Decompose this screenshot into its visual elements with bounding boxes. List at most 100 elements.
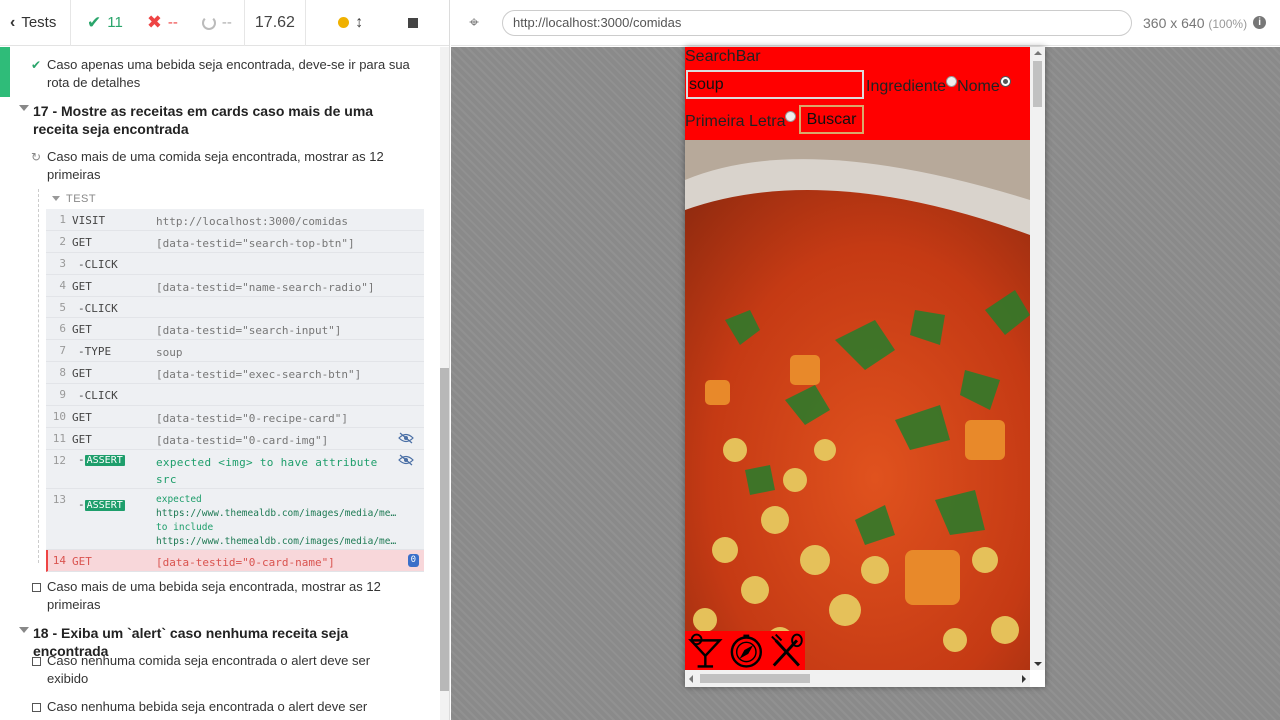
command-row-assert[interactable]: 12 - ASSERT expected <img> to have attrib… bbox=[46, 450, 424, 489]
info-icon[interactable]: i bbox=[1253, 16, 1267, 29]
chevron-left-icon: ‹ bbox=[10, 13, 16, 31]
assert-badge: ASSERT bbox=[84, 499, 125, 511]
run-controls: ↕ bbox=[306, 0, 449, 46]
app-iframe: SearchBar soup Ingrediente Nome Primeira … bbox=[685, 47, 1045, 687]
soup-photo bbox=[685, 140, 1030, 670]
test-title: Caso mais de uma comida seja encontrada,… bbox=[47, 149, 384, 182]
command-number: 13 bbox=[52, 492, 66, 506]
command-message bbox=[156, 297, 424, 301]
command-row[interactable]: 6 GET [data-testid="search-input"] bbox=[46, 318, 424, 340]
command-row-failed[interactable]: 14 GET [data-testid="0-card-name"] 0 bbox=[46, 549, 424, 572]
command-number: 9 bbox=[59, 388, 66, 401]
command-row[interactable]: 7 -TYPE soup bbox=[46, 340, 424, 362]
recipe-image[interactable] bbox=[685, 140, 1030, 670]
command-message bbox=[156, 384, 424, 388]
viewport-size: 360 x 640 bbox=[1143, 14, 1205, 31]
scrollbar-thumb[interactable] bbox=[440, 368, 449, 691]
auto-scroll-toggle[interactable]: ↕ bbox=[338, 14, 363, 32]
command-name: - ASSERT bbox=[78, 497, 125, 511]
command-log: 1 VISIT http://localhost:3000/comidas 2 GET… bbox=[46, 209, 424, 572]
command-message bbox=[156, 253, 424, 257]
command-name: GET bbox=[72, 236, 92, 249]
test-title: Caso nenhuma bebida seja encontrada o al… bbox=[47, 699, 368, 714]
caret-down-icon bbox=[19, 105, 29, 111]
zoom-level: (100%) bbox=[1208, 16, 1248, 31]
reporter-scrollbar[interactable] bbox=[440, 47, 449, 720]
searchbar-title: SearchBar bbox=[685, 48, 761, 65]
pending-spinner-icon bbox=[201, 15, 216, 30]
suite-title: 17 - Mostre as receitas em cards caso ma… bbox=[33, 103, 374, 137]
command-message: [data-testid="exec-search-btn"] bbox=[156, 368, 362, 381]
command-number: 3 bbox=[59, 257, 66, 270]
search-input[interactable]: soup bbox=[686, 70, 864, 99]
first-letter-option: Primeira Letra bbox=[685, 111, 797, 131]
assert-badge: ASSERT bbox=[84, 454, 125, 466]
failed-count: ✖ -- bbox=[135, 0, 190, 46]
crosshair-icon: ⌖ bbox=[469, 12, 479, 32]
test-item-pending[interactable]: Caso nenhuma bebida seja encontrada o al… bbox=[0, 698, 440, 716]
test-title: Caso apenas uma bebida seja encontrada, … bbox=[47, 57, 410, 90]
command-row[interactable]: 3 -CLICK bbox=[46, 253, 424, 275]
command-name: - ASSERT bbox=[78, 452, 125, 466]
checkbox-empty-icon bbox=[32, 657, 41, 666]
checkbox-empty-icon bbox=[32, 583, 41, 592]
command-row[interactable]: 10 GET [data-testid="0-recipe-card"] bbox=[46, 406, 424, 428]
first-letter-radio[interactable] bbox=[785, 111, 797, 122]
command-row-assert[interactable]: 13 - ASSERT expected https://www.themeald… bbox=[46, 489, 424, 550]
scroll-up-icon[interactable] bbox=[1034, 51, 1042, 55]
commands-section-toggle[interactable]: TEST bbox=[52, 193, 96, 205]
assert-line: https://www.themealdb.com/images/media/m… bbox=[156, 535, 397, 547]
caret-down-icon bbox=[19, 627, 29, 633]
url-bar[interactable]: http://localhost:3000/comidas bbox=[502, 9, 1132, 36]
selector-playground-button[interactable]: ⌖ bbox=[451, 13, 497, 33]
element-count-badge: 0 bbox=[407, 553, 419, 567]
command-row[interactable]: 9 -CLICK bbox=[46, 384, 424, 406]
aut-stage: SearchBar soup Ingrediente Nome Primeira … bbox=[451, 47, 1280, 720]
command-message: [data-testid="0-recipe-card"] bbox=[156, 411, 349, 425]
command-number: 1 bbox=[59, 213, 66, 226]
drink-icon[interactable] bbox=[687, 632, 724, 670]
test-item-pending[interactable]: Caso mais de uma bebida seja encontrada,… bbox=[0, 578, 440, 614]
test-item-pending[interactable]: Caso nenhuma comida seja encontrada o al… bbox=[0, 652, 440, 688]
tests-back-button[interactable]: ‹ Tests bbox=[0, 0, 71, 46]
running-indicator-icon bbox=[338, 17, 350, 28]
failed-count-value: -- bbox=[167, 14, 178, 31]
command-name: -CLICK bbox=[78, 258, 118, 271]
app-vertical-scrollbar[interactable] bbox=[1030, 47, 1045, 670]
command-row[interactable]: 1 VISIT http://localhost:3000/comidas bbox=[46, 209, 424, 231]
test-item-running[interactable]: ↻ Caso mais de uma comida seja encontrad… bbox=[0, 148, 440, 184]
command-message: [data-testid="0-card-name"] bbox=[156, 555, 335, 569]
scroll-right-icon[interactable] bbox=[1022, 675, 1026, 683]
command-guide-line bbox=[38, 189, 39, 563]
food-icon[interactable] bbox=[768, 632, 805, 670]
command-row[interactable]: 4 GET [data-testid="name-search-radio"] bbox=[46, 275, 424, 297]
app-horizontal-scrollbar[interactable] bbox=[685, 670, 1030, 687]
test-list: ✔ Caso apenas uma bebida seja encontrada… bbox=[0, 47, 440, 720]
stop-button[interactable] bbox=[407, 17, 418, 28]
command-name: GET bbox=[72, 432, 92, 446]
command-row[interactable]: 2 GET [data-testid="search-top-btn"] bbox=[46, 231, 424, 253]
scrollbar-thumb[interactable] bbox=[1033, 61, 1042, 107]
command-number: 12 bbox=[52, 453, 66, 467]
suite-17[interactable]: 17 - Mostre as receitas em cards caso ma… bbox=[0, 102, 440, 138]
commands-section-label: TEST bbox=[66, 193, 97, 205]
scroll-down-icon[interactable] bbox=[1034, 662, 1042, 666]
search-button[interactable]: Buscar bbox=[799, 105, 864, 134]
command-name: -CLICK bbox=[78, 301, 118, 315]
command-name: -TYPE bbox=[78, 345, 112, 358]
test-item-passed[interactable]: ✔ Caso apenas uma bebida seja encontrada… bbox=[0, 56, 440, 92]
command-row[interactable]: 8 GET [data-testid="exec-search-btn"] bbox=[46, 362, 424, 384]
aut-header: ⌖ http://localhost:3000/comidas 360 x 64… bbox=[451, 0, 1280, 46]
assert-line: https://www.themealdb.com/images/media/m… bbox=[156, 507, 397, 519]
explore-icon[interactable] bbox=[728, 632, 765, 670]
ingredient-radio-label: Ingrediente bbox=[866, 78, 947, 95]
command-name: GET bbox=[72, 323, 92, 336]
ingredient-radio[interactable] bbox=[946, 76, 958, 87]
name-radio[interactable] bbox=[999, 76, 1011, 87]
scrollbar-thumb[interactable] bbox=[700, 674, 810, 683]
scroll-left-icon[interactable] bbox=[689, 675, 693, 683]
command-row[interactable]: 5 -CLICK bbox=[46, 297, 424, 318]
command-row[interactable]: 11 GET [data-testid="0-card-img"] bbox=[46, 428, 424, 450]
command-number: 2 bbox=[59, 235, 66, 248]
command-name: VISIT bbox=[72, 214, 106, 227]
